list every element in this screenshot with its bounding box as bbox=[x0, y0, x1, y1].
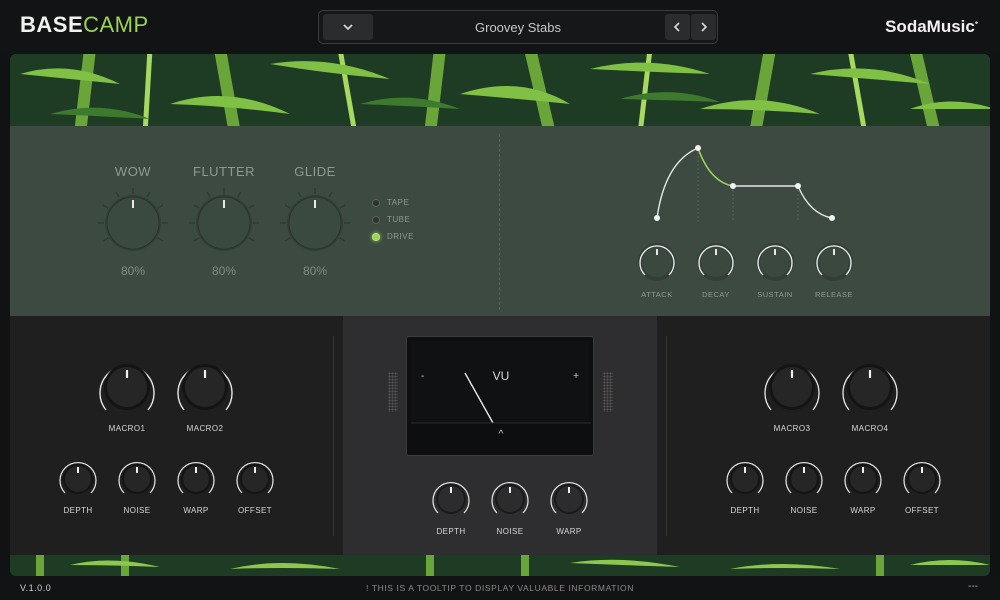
preset-dropdown-button[interactable] bbox=[323, 14, 373, 40]
envelope-attack-point[interactable] bbox=[695, 145, 701, 151]
knob-macro3[interactable] bbox=[763, 358, 821, 416]
preset-selector: Groovey Stabs bbox=[318, 10, 718, 44]
bamboo-image bbox=[10, 54, 990, 126]
knob-label-center-warp: WARP bbox=[556, 527, 582, 536]
chevron-down-icon bbox=[343, 24, 353, 31]
company-logo: SodaMusic• bbox=[885, 17, 978, 37]
mode-tube-label: TUBE bbox=[387, 215, 411, 224]
knob-value-flutter: 80% bbox=[211, 264, 237, 278]
knob-flutter[interactable] bbox=[189, 188, 259, 258]
company-name: SodaMusic bbox=[885, 17, 975, 36]
knob-left-depth[interactable] bbox=[59, 460, 97, 498]
footer-status: --- bbox=[968, 581, 978, 592]
envelope-start-point[interactable] bbox=[654, 215, 660, 221]
knob-wow[interactable] bbox=[98, 188, 168, 258]
knob-left-warp[interactable] bbox=[177, 460, 215, 498]
knob-release[interactable] bbox=[814, 242, 854, 282]
mode-tape-label: TAPE bbox=[387, 198, 410, 207]
footer-bar: V.1.0.0 ! THIS IS A TOOLTIP TO DISPLAY V… bbox=[0, 576, 1000, 600]
left-macro-section: MACRO1 MACRO2 DEPTH NOISE WARP OFFSET bbox=[10, 316, 343, 555]
vu-meter: - VU + ^ bbox=[406, 336, 594, 456]
previous-preset-button[interactable] bbox=[665, 14, 690, 40]
knob-right-offset[interactable] bbox=[903, 460, 941, 498]
knob-right-depth[interactable] bbox=[726, 460, 764, 498]
mode-tube-led bbox=[372, 216, 380, 224]
bamboo-artwork-bottom bbox=[10, 555, 990, 576]
knob-value-glide: 80% bbox=[302, 264, 328, 278]
plugin-body: WOW 80% FLUTTER 80% GLIDE 80% TAPE TUBE … bbox=[10, 54, 990, 576]
bamboo-artwork-top bbox=[10, 54, 990, 126]
knob-right-noise[interactable] bbox=[785, 460, 823, 498]
envelope-decay-point[interactable] bbox=[730, 183, 736, 189]
knob-label-attack: ATTACK bbox=[641, 290, 673, 299]
knob-macro2[interactable] bbox=[176, 358, 234, 416]
knob-label-release: RELEASE bbox=[814, 290, 854, 299]
knob-left-noise[interactable] bbox=[118, 460, 156, 498]
next-preset-button[interactable] bbox=[691, 14, 716, 40]
knob-label-macro1: MACRO1 bbox=[108, 424, 146, 433]
knob-label-macro4: MACRO4 bbox=[851, 424, 889, 433]
envelope-sustain-point[interactable] bbox=[795, 183, 801, 189]
knob-label-glide: GLIDE bbox=[294, 164, 336, 179]
chevron-left-icon bbox=[673, 22, 680, 32]
knob-decay[interactable] bbox=[696, 242, 736, 282]
character-panel: WOW 80% FLUTTER 80% GLIDE 80% TAPE TUBE … bbox=[10, 126, 990, 316]
knob-label-decay: DECAY bbox=[702, 290, 730, 299]
knob-label-sustain: SUSTAIN bbox=[757, 290, 793, 299]
chevron-right-icon bbox=[701, 22, 708, 32]
speaker-grille-left bbox=[388, 372, 398, 412]
tooltip-text: ! THIS IS A TOOLTIP TO DISPLAY VALUABLE … bbox=[366, 583, 634, 593]
vu-caret: ^ bbox=[498, 429, 504, 440]
bamboo-image bbox=[10, 555, 990, 576]
knob-macro1[interactable] bbox=[98, 358, 156, 416]
knob-center-warp[interactable] bbox=[550, 480, 588, 518]
envelope-release-point[interactable] bbox=[829, 215, 835, 221]
knob-left-offset[interactable] bbox=[236, 460, 274, 498]
knob-center-depth[interactable] bbox=[432, 480, 470, 518]
knob-label-wow: WOW bbox=[114, 164, 152, 179]
app-logo: BASECAMP bbox=[20, 12, 149, 38]
header-bar: BASECAMP Groovey Stabs SodaMusic• bbox=[0, 0, 1000, 54]
knob-label-right-offset: OFFSET bbox=[905, 506, 939, 515]
knob-label-macro3: MACRO3 bbox=[773, 424, 811, 433]
knob-sustain[interactable] bbox=[755, 242, 795, 282]
mode-drive-led bbox=[372, 233, 380, 241]
knob-macro4[interactable] bbox=[841, 358, 899, 416]
speaker-grille-right bbox=[603, 372, 613, 412]
knob-label-flutter: FLUTTER bbox=[193, 164, 255, 179]
vu-section: - VU + ^ DEPTH NOISE WARP bbox=[343, 316, 657, 555]
brand-bold: BASE bbox=[20, 12, 84, 37]
section-divider bbox=[666, 336, 667, 536]
right-macro-section: MACRO3 MACRO4 DEPTH NOISE WARP OFFSET bbox=[657, 316, 990, 555]
section-divider bbox=[333, 336, 334, 536]
brand-light: CAMP bbox=[83, 12, 149, 37]
preset-name[interactable]: Groovey Stabs bbox=[379, 20, 657, 35]
panel-divider bbox=[499, 134, 500, 310]
mode-drive-label: DRIVE bbox=[387, 232, 414, 241]
knob-attack[interactable] bbox=[637, 242, 677, 282]
knob-label-macro2: MACRO2 bbox=[186, 424, 224, 433]
knob-label-left-offset: OFFSET bbox=[238, 506, 272, 515]
knob-center-noise[interactable] bbox=[491, 480, 529, 518]
knob-right-warp[interactable] bbox=[844, 460, 882, 498]
company-mark: • bbox=[974, 17, 978, 28]
knob-value-wow: 80% bbox=[120, 264, 146, 278]
mode-tape-led bbox=[372, 199, 380, 207]
knob-glide[interactable] bbox=[280, 188, 350, 258]
envelope-graph[interactable] bbox=[640, 142, 840, 222]
